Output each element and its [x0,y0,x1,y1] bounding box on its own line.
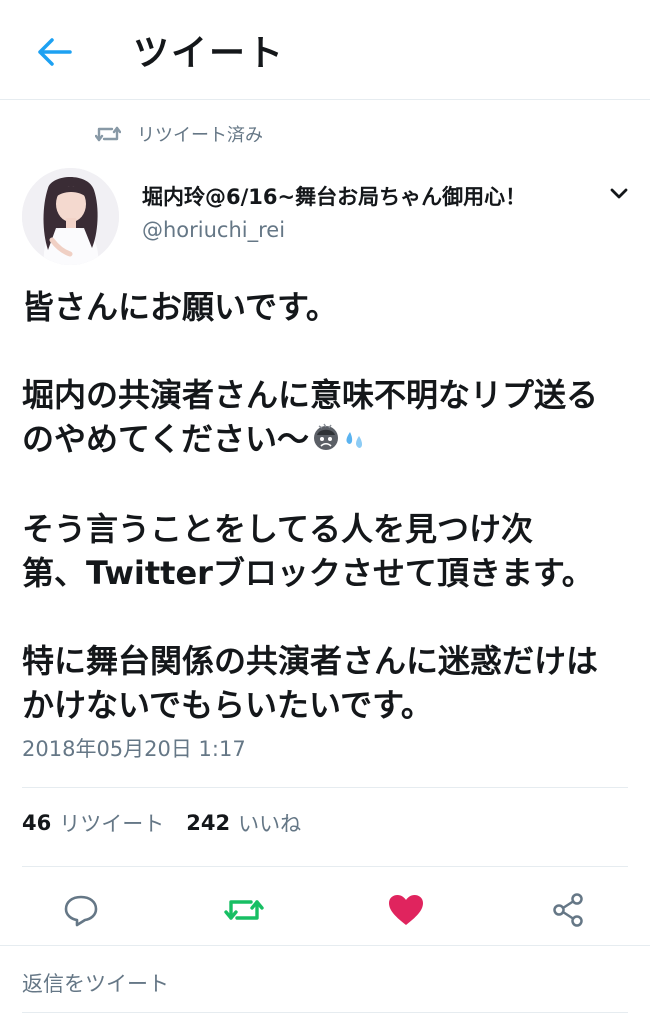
reply-input[interactable]: 返信をツイート [22,968,169,998]
retweets-stat[interactable]: 46 リツイート [22,808,164,838]
retweets-label: リツイート [59,812,165,836]
tweet-line: そう言うことをしてる人を見つけ次 [22,510,534,548]
retweeted-indicator: リツイート済み [95,120,263,148]
tweet-options-button[interactable] [604,182,634,208]
retweets-count: 46 [22,811,52,835]
reply-icon [63,893,99,931]
divider [22,866,628,867]
author-handle[interactable]: @horiuchi_rei [142,218,285,242]
worried-face-emoji [311,419,341,463]
chevron-down-icon [609,186,629,205]
tweet-line: 第、Twitterブロックさせて頂きます。 [22,554,594,592]
tweet-actions [0,880,650,942]
tweet-text: 皆さんにお願いです。 堀内の共演者さんに意味不明なリプ送る のやめてください〜 … [22,285,637,727]
tweet-line: のやめてください〜 [22,420,310,458]
tweet-timestamp[interactable]: 2018年05月20日 1:17 [22,733,246,763]
likes-stat[interactable]: 242 いいね [186,808,301,838]
heart-icon [387,893,425,931]
tweet-line: 堀内の共演者さんに意味不明なリプ送る [22,376,599,414]
retweet-icon [224,895,264,929]
retweeted-label: リツイート済み [137,125,263,146]
back-button[interactable] [30,32,78,76]
tweet-line-with-emoji: のやめてください〜 [22,417,637,463]
sweat-droplets-emoji [343,419,367,463]
divider [22,787,628,788]
tweet-stats: 46 リツイート 242 いいね [22,808,323,838]
likes-count: 242 [186,811,231,835]
page-title: ツイート [133,33,286,74]
retweet-icon [95,124,121,144]
likes-label: いいね [238,812,302,836]
tweet-line: 特に舞台関係の共演者さんに迷惑だけは [22,642,599,680]
like-button[interactable] [384,890,428,934]
divider [0,945,650,946]
tweet-line: かけないでもらいたいです。 [22,686,433,724]
top-bar: ツイート [0,0,650,100]
share-button[interactable] [546,890,590,934]
avatar[interactable] [22,168,119,265]
share-icon [550,892,586,932]
retweet-button[interactable] [222,890,266,934]
arrow-left-icon [36,37,72,71]
reply-button[interactable] [59,890,103,934]
tweet-line: 皆さんにお願いです。 [22,288,338,326]
author-display-name[interactable]: 堀内玲@6/16~舞台お局ちゃん御用心！ [142,181,526,211]
divider [22,1012,628,1013]
